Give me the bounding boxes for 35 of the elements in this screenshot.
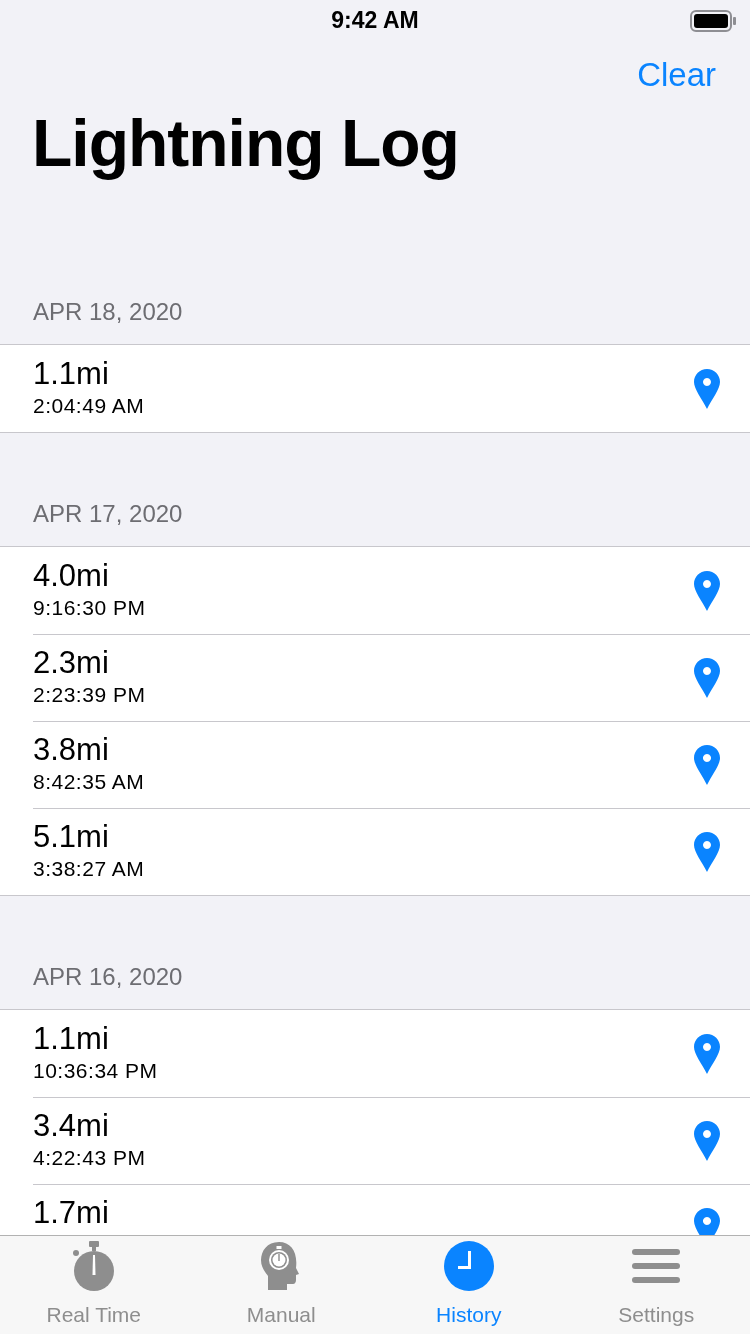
distance-text: 1.1mi [33, 355, 110, 393]
time-text: 8:42:35 AM [33, 769, 146, 795]
tab-button[interactable]: Manual [187, 1236, 375, 1334]
status-time: 9:42 AM [331, 5, 419, 35]
location-pin-icon[interactable] [694, 744, 720, 785]
location-pin-icon[interactable] [694, 831, 720, 872]
time-text: 10:36:34 PM [33, 1058, 159, 1084]
distance-text: 5.1mi [33, 818, 110, 856]
time-text: 3:38:27 AM [33, 856, 146, 882]
time-text: 9:16:30 PM [33, 595, 147, 621]
section-header: APR 16, 2020 [33, 962, 183, 992]
distance-text: 3.4mi [33, 1107, 110, 1145]
section-header: APR 18, 2020 [33, 297, 183, 327]
time-text: 2:04:49 AM [33, 393, 146, 419]
distance-text: 2.3mi [33, 644, 110, 682]
distance-text: 1.7mi [33, 1194, 110, 1232]
time-text: 4:22:43 PM [33, 1145, 147, 1171]
tab-button[interactable]: Real Time [0, 1236, 188, 1334]
location-pin-icon[interactable] [694, 657, 720, 698]
location-pin-icon[interactable] [694, 1120, 720, 1161]
section-header: APR 17, 2020 [33, 499, 183, 529]
tab-button[interactable]: History [375, 1236, 563, 1334]
distance-text: 4.0mi [33, 557, 110, 595]
time-text: 2:23:39 PM [33, 682, 147, 708]
tab-button[interactable]: Settings [562, 1236, 750, 1334]
clear-button[interactable]: Clear [637, 50, 716, 100]
location-pin-icon[interactable] [694, 1207, 720, 1235]
battery-icon [690, 10, 736, 32]
menu-icon [632, 1248, 681, 1283]
location-pin-icon[interactable] [694, 570, 720, 611]
distance-text: 1.1mi [33, 1020, 110, 1058]
location-pin-icon[interactable] [694, 368, 720, 409]
location-pin-icon[interactable] [694, 1033, 720, 1074]
clock-icon [443, 1240, 494, 1291]
distance-text: 3.8mi [33, 731, 110, 769]
